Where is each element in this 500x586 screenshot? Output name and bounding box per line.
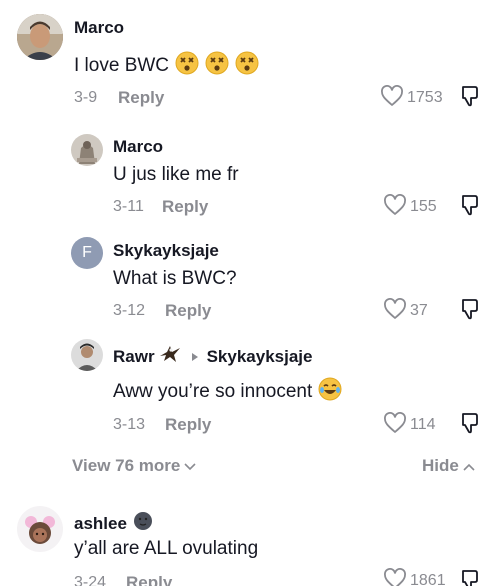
comment-author-row: Rawr Skykayksjaje — [113, 344, 312, 369]
comment-date: 3-24 — [74, 574, 107, 586]
view-more-label: View 76 more — [72, 456, 181, 475]
dislike-icon[interactable] — [459, 297, 481, 321]
dizzy-face-emoji-icon — [235, 51, 259, 81]
dislike-icon[interactable] — [459, 411, 481, 435]
like-count: 1753 — [407, 89, 443, 106]
reply-button[interactable]: Reply — [118, 88, 164, 108]
hide-replies-button[interactable]: Hide — [422, 456, 475, 476]
avatar-skykayksjaje[interactable]: F — [71, 237, 103, 269]
avatar-rawr[interactable] — [71, 339, 103, 371]
reply-button[interactable]: Reply — [162, 197, 208, 217]
like-count: 114 — [410, 416, 436, 433]
comment-author[interactable]: Marco — [113, 137, 163, 157]
comment-text: I love BWC — [74, 51, 259, 81]
tears-of-joy-emoji-icon — [318, 377, 342, 407]
new-moon-face-emoji-icon — [133, 511, 153, 536]
chevron-up-icon — [463, 456, 475, 476]
heart-icon[interactable] — [380, 85, 404, 107]
dislike-icon[interactable] — [459, 193, 481, 217]
comment-text: What is BWC? — [113, 268, 237, 289]
like-count: 155 — [410, 198, 437, 215]
comment-author[interactable]: ashlee — [74, 514, 127, 534]
heart-icon[interactable] — [383, 568, 407, 586]
avatar-marco[interactable] — [71, 134, 103, 166]
avatar-marco[interactable] — [17, 14, 63, 60]
reply-to-author[interactable]: Skykayksjaje — [207, 347, 313, 367]
comment-text-content: Aww you’re so innocent — [113, 381, 313, 402]
like-count: 1861 — [410, 572, 446, 586]
heart-icon[interactable] — [383, 298, 407, 320]
comment-date: 3-11 — [113, 198, 144, 215]
comment-date: 3-12 — [113, 302, 146, 319]
like-count: 37 — [410, 302, 428, 319]
reply-arrow-icon — [191, 347, 199, 367]
reply-button[interactable]: Reply — [126, 573, 172, 586]
avatar-ashlee[interactable] — [17, 506, 63, 552]
avatar-letter: F — [82, 244, 92, 261]
comment-author[interactable]: Skykayksjaje — [113, 241, 219, 261]
comment-author-row: ashlee — [74, 511, 153, 536]
comment-author[interactable]: Rawr — [113, 347, 155, 367]
hide-label: Hide — [422, 456, 459, 475]
dizzy-face-emoji-icon — [205, 51, 229, 81]
view-more-replies-button[interactable]: View 76 more — [72, 456, 196, 476]
comment-date: 3-13 — [113, 416, 146, 433]
heart-icon[interactable] — [383, 412, 407, 434]
comment-text: y’all are ALL ovulating — [74, 538, 259, 559]
comment-text: U jus like me fr — [113, 164, 239, 185]
dizzy-face-emoji-icon — [175, 51, 199, 81]
eagle-emoji-icon — [159, 344, 181, 369]
reply-button[interactable]: Reply — [165, 415, 211, 435]
heart-icon[interactable] — [383, 194, 407, 216]
comment-author[interactable]: Marco — [74, 18, 124, 38]
comment-date: 3-9 — [74, 89, 98, 106]
dislike-icon[interactable] — [459, 84, 481, 108]
chevron-down-icon — [184, 456, 196, 476]
comment-text-content: I love BWC — [74, 55, 170, 76]
reply-button[interactable]: Reply — [165, 301, 211, 321]
dislike-icon[interactable] — [459, 568, 481, 586]
comment-text: Aww you’re so innocent — [113, 377, 342, 407]
